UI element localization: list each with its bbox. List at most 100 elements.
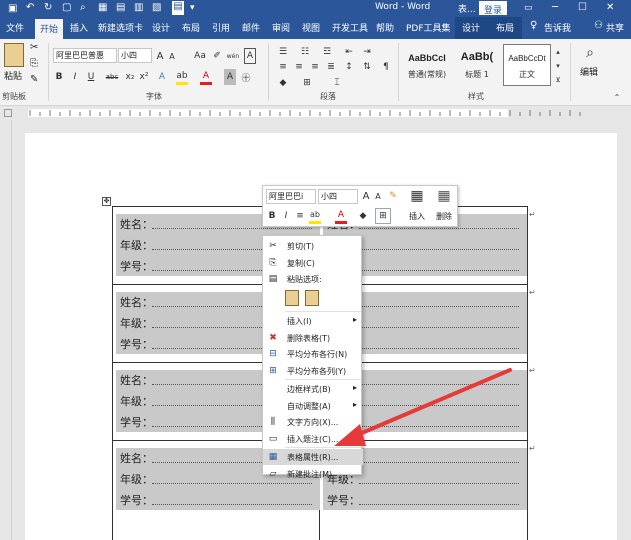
line-spacing-icon[interactable]: ↕ bbox=[342, 59, 356, 75]
redo-icon[interactable]: ↻ bbox=[44, 2, 52, 13]
mini-bold-icon[interactable]: B bbox=[267, 208, 277, 224]
context-menu-item[interactable]: ▭ 插入题注(C)... bbox=[263, 431, 363, 447]
underline-button[interactable]: U bbox=[86, 69, 96, 85]
copy-icon[interactable]: ⎘ bbox=[30, 58, 38, 69]
subscript-button[interactable]: x₂ bbox=[124, 69, 136, 85]
bullets-icon[interactable]: ☰ bbox=[276, 44, 290, 60]
quick-access-icon[interactable]: ▢ bbox=[62, 2, 71, 13]
tab-layout[interactable]: 布局 bbox=[182, 21, 200, 34]
context-menu-item[interactable]: ▦ 表格属性(R)... bbox=[263, 449, 363, 465]
sort-icon[interactable]: ⇅ bbox=[360, 59, 374, 75]
mini-delete-table-icon[interactable]: ▦ bbox=[435, 187, 453, 205]
style-heading-1[interactable]: AaBb( 标题 1 bbox=[453, 44, 501, 86]
mini-highlight-icon[interactable]: ab bbox=[309, 208, 321, 224]
paste-picture-icon[interactable] bbox=[305, 290, 319, 306]
context-menu-item[interactable]: ⊞ 平均分布各列(Y) bbox=[263, 363, 363, 379]
tab-home[interactable]: 开始 bbox=[35, 19, 64, 39]
tab-references[interactable]: 引用 bbox=[212, 21, 230, 34]
context-menu-item[interactable]: ⫼ 文字方向(X)... bbox=[263, 414, 363, 430]
bold-button[interactable]: B bbox=[54, 69, 64, 85]
show-marks-icon[interactable]: ¶ bbox=[380, 59, 392, 75]
quick-access-icon-2[interactable]: ⌕ bbox=[80, 2, 86, 13]
minimize-button[interactable]: ─ bbox=[552, 2, 558, 13]
context-menu-item[interactable]: ▱ 新建批注(M) bbox=[263, 466, 363, 482]
tab-insert[interactable]: 插入 bbox=[70, 21, 88, 34]
tab-new[interactable]: 新建选项卡 bbox=[98, 21, 143, 34]
align-center-icon[interactable]: ≡ bbox=[292, 59, 306, 75]
quick-access-icon-7[interactable]: ▤ bbox=[172, 1, 184, 15]
collapse-ribbon-icon[interactable]: ⌃ bbox=[612, 89, 622, 105]
justify-icon[interactable]: ≣ bbox=[324, 59, 338, 75]
mini-font-color-icon[interactable]: A bbox=[335, 208, 347, 224]
quick-access-icon-4[interactable]: ▤ bbox=[116, 2, 125, 13]
tab-help[interactable]: 帮助 bbox=[376, 21, 394, 34]
chinese-layout-icon[interactable]: ⌶ bbox=[330, 75, 344, 91]
italic-button[interactable]: I bbox=[70, 69, 80, 85]
font-name-combo[interactable]: 阿里巴巴普惠 bbox=[53, 48, 117, 63]
tab-mailings[interactable]: 邮件 bbox=[242, 21, 260, 34]
tab-design[interactable]: 设计 bbox=[152, 21, 170, 34]
char-border-button[interactable]: A bbox=[244, 48, 256, 64]
enclose-char-icon[interactable]: ㊉ bbox=[240, 69, 252, 85]
paste-keep-format-icon[interactable] bbox=[285, 290, 299, 306]
tab-file[interactable]: 文件 bbox=[6, 21, 24, 34]
context-menu-item[interactable]: 自动调整(A) ▸ bbox=[263, 398, 363, 414]
context-menu-item[interactable]: ✖ 删除表格(T) bbox=[263, 330, 363, 346]
align-right-icon[interactable]: ≡ bbox=[308, 59, 322, 75]
share-button[interactable]: 共享 bbox=[606, 21, 624, 34]
paste-icon[interactable] bbox=[4, 43, 24, 67]
login-button[interactable]: 登录 bbox=[479, 1, 507, 16]
style-normal[interactable]: AaBbCcI 普通(常规) bbox=[403, 44, 451, 86]
cut-icon[interactable]: ✂ bbox=[30, 42, 38, 53]
tab-view[interactable]: 视图 bbox=[302, 21, 320, 34]
grow-font-button[interactable]: A bbox=[155, 48, 165, 64]
styles-more-icon[interactable]: ⊻ bbox=[553, 72, 563, 88]
superscript-button[interactable]: x² bbox=[138, 69, 150, 85]
close-button[interactable]: ✕ bbox=[606, 2, 614, 13]
tab-developer[interactable]: 开发工具 bbox=[332, 21, 368, 34]
mini-shrink-font-icon[interactable]: A bbox=[373, 188, 383, 204]
shrink-font-button[interactable]: A bbox=[167, 48, 177, 64]
tell-me-search[interactable]: 告诉我 bbox=[544, 21, 571, 34]
text-effects-icon[interactable]: A bbox=[156, 69, 168, 85]
mini-delete-label[interactable]: 删除 bbox=[436, 211, 452, 222]
tab-review[interactable]: 审阅 bbox=[272, 21, 290, 34]
tab-table-design[interactable]: 设计 bbox=[462, 21, 480, 34]
clear-format-icon[interactable]: ✐ bbox=[212, 48, 222, 64]
save-icon[interactable]: ▣ bbox=[8, 3, 17, 14]
customize-qat-icon[interactable]: ▾ bbox=[190, 3, 195, 13]
tab-table-layout[interactable]: 布局 bbox=[496, 21, 514, 34]
tab-pdf[interactable]: PDF工具集 bbox=[406, 21, 451, 34]
phonetic-button[interactable]: wén bbox=[226, 48, 240, 64]
mini-font-size-combo[interactable]: 小四 bbox=[318, 189, 358, 204]
context-menu-item[interactable]: ✂ 剪切(T) bbox=[263, 238, 363, 254]
mini-italic-icon[interactable]: I bbox=[281, 208, 291, 224]
numbering-icon[interactable]: ☷ bbox=[298, 44, 312, 60]
mini-insert-table-icon[interactable]: ▦ bbox=[408, 187, 426, 205]
font-color-button[interactable]: A bbox=[200, 69, 212, 85]
shading-icon[interactable]: ◆ bbox=[276, 75, 290, 91]
find-icon[interactable]: ⌕ bbox=[582, 45, 598, 61]
context-menu-item[interactable]: ⎘ 复制(C) bbox=[263, 255, 363, 271]
maximize-button[interactable]: ☐ bbox=[578, 2, 587, 13]
mini-align-icon[interactable]: ≡ bbox=[295, 208, 305, 224]
vertical-ruler[interactable] bbox=[0, 120, 12, 540]
context-menu-item[interactable]: 边框样式(B) ▸ bbox=[263, 381, 363, 397]
mini-font-name-combo[interactable]: 阿里巴巴i bbox=[266, 189, 316, 204]
highlight-icon[interactable]: ab bbox=[176, 69, 188, 85]
mini-insert-label[interactable]: 插入 bbox=[409, 211, 425, 222]
font-size-combo[interactable]: 小四 bbox=[118, 48, 152, 63]
decrease-indent-icon[interactable]: ⇤ bbox=[342, 44, 356, 60]
mini-format-painter-icon[interactable]: ✎ bbox=[387, 188, 399, 204]
borders-icon[interactable]: ⊞ bbox=[300, 75, 314, 91]
mini-grow-font-icon[interactable]: A bbox=[361, 188, 371, 204]
char-shading-icon[interactable]: A bbox=[224, 69, 236, 85]
quick-access-icon-5[interactable]: ▥ bbox=[134, 2, 143, 13]
mini-borders-icon[interactable]: ⊞ bbox=[375, 208, 391, 224]
context-menu-item[interactable]: 插入(I) ▸ bbox=[263, 313, 363, 329]
context-menu-item[interactable]: ▤ 粘贴选项: bbox=[263, 271, 363, 287]
multilevel-list-icon[interactable]: ☲ bbox=[320, 44, 334, 60]
editing-label[interactable]: 编辑 bbox=[580, 65, 598, 78]
quick-access-icon-3[interactable]: ▦ bbox=[98, 2, 107, 13]
change-case-button[interactable]: Aa bbox=[192, 48, 208, 64]
